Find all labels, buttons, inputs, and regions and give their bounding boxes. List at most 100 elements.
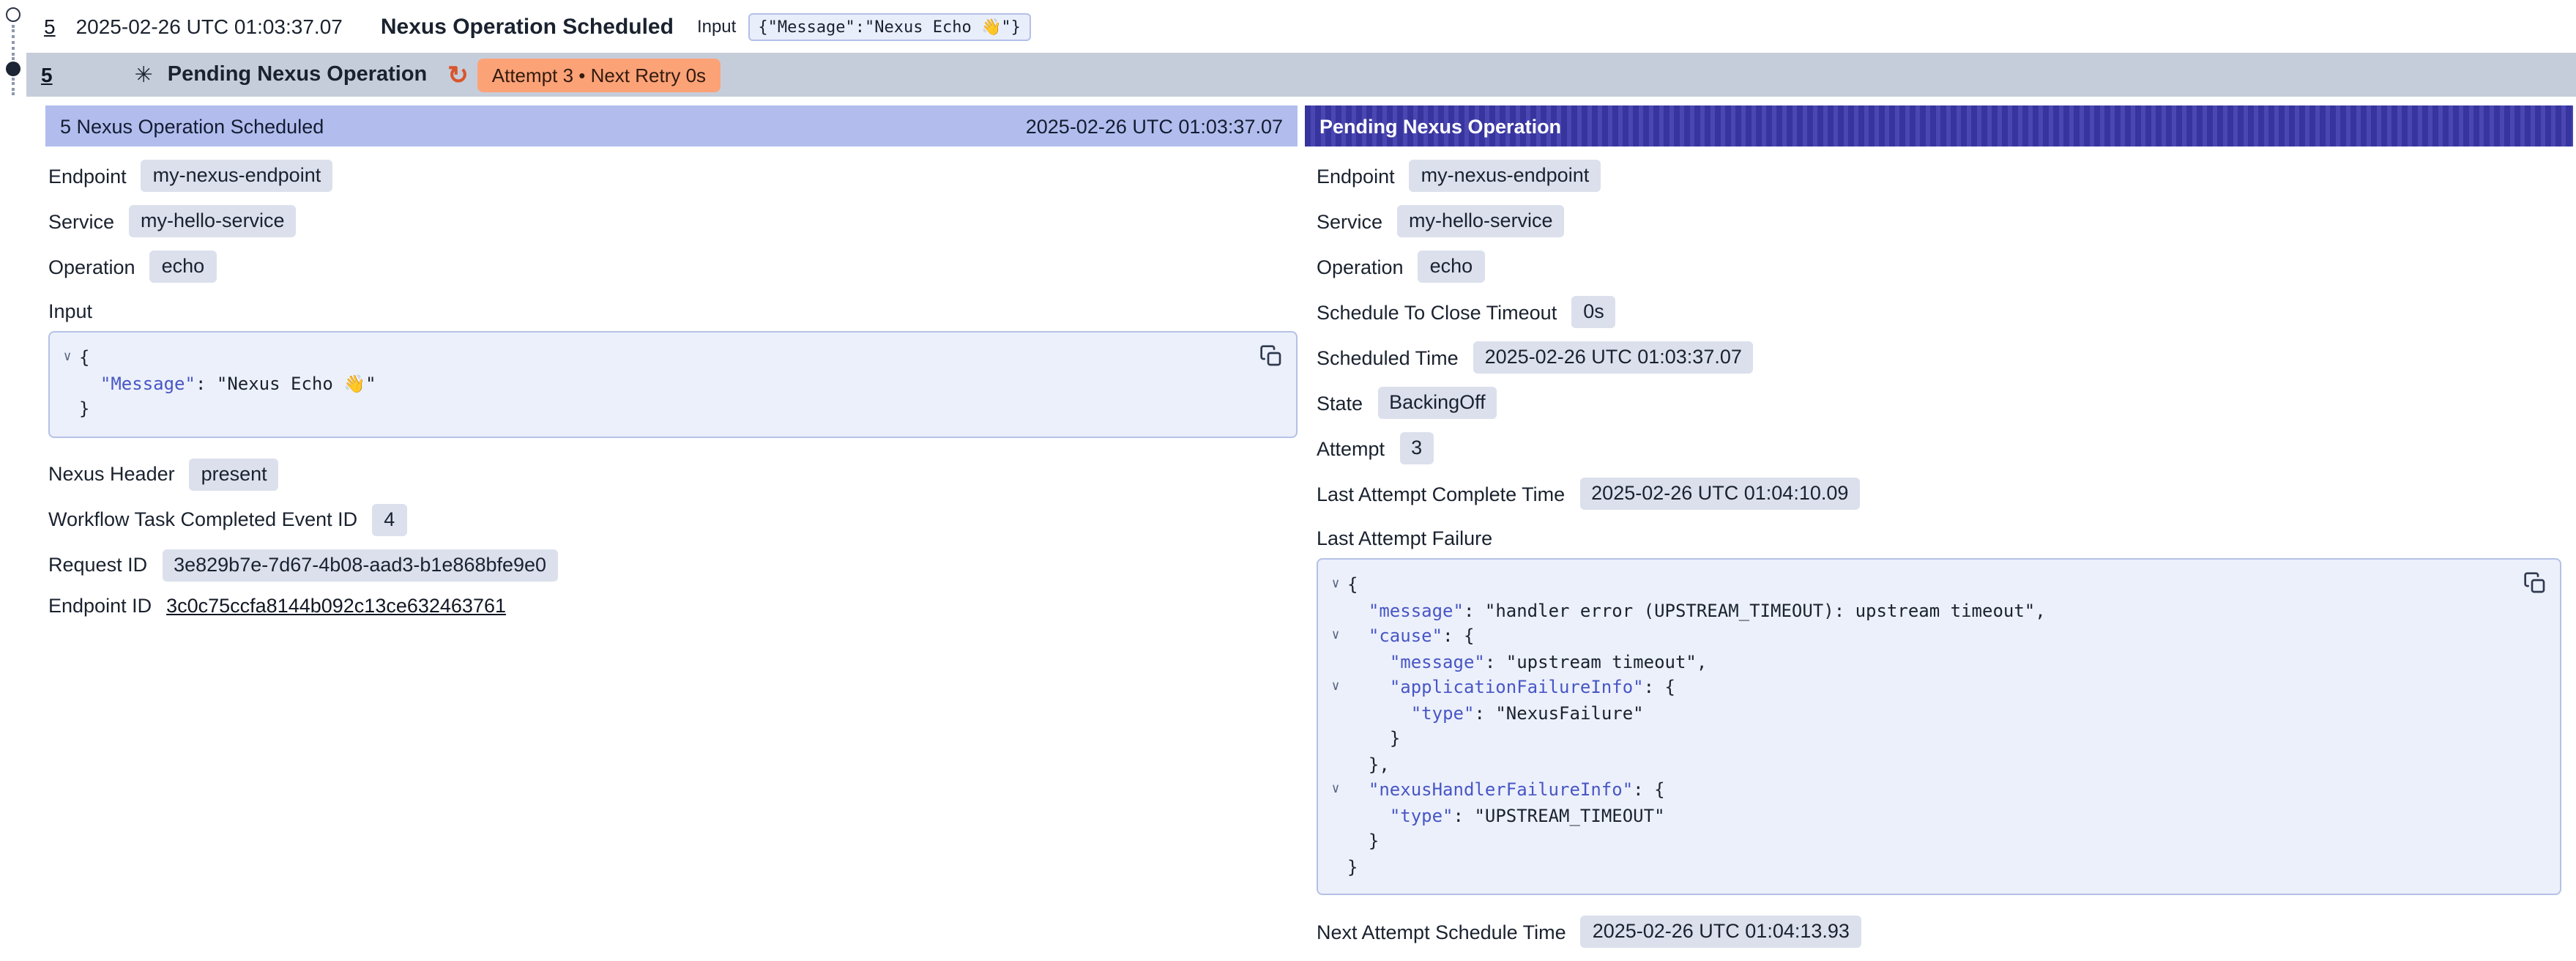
field-row-schedule-to-close-timeout: Schedule To Close Timeout 0s [1317,296,2561,328]
json-gutter [1324,804,1347,829]
field-row-endpoint: Endpoint my-nexus-endpoint [48,160,1298,192]
json-key: "Message" [100,371,196,397]
json-sep: : [1443,624,1464,650]
field-value-badge: my-nexus-endpoint [1410,160,1601,192]
field-row-operation: Operation echo [1317,251,2561,283]
field-value-badge: 3 [1399,432,1434,464]
json-key: "message" [1390,650,1485,675]
retry-icon: ↻ [447,62,469,87]
chevron-down-icon[interactable]: ∨ [56,346,79,371]
json-indent [1347,829,1369,855]
json-gutter [1324,727,1347,752]
pending-operation-panel-header[interactable]: Pending Nexus Operation [1305,105,2573,146]
timeline-dotted-line [12,25,15,60]
json-line: ∨ "applicationFailureInfo": { [1324,675,2516,701]
field-label: Attempt [1317,437,1385,459]
event-summary-row[interactable]: 5 2025-02-26 UTC 01:03:37.07 Nexus Opera… [0,0,2576,53]
input-payload-chip[interactable]: {"Message":"Nexus Echo 👋"} [748,12,1031,40]
json-sep: : [1644,675,1665,701]
field-label: Schedule To Close Timeout [1317,301,1557,323]
field-value-badge: my-nexus-endpoint [141,160,333,192]
field-label: Nexus Header [48,463,175,485]
field-value-badge: 4 [372,503,406,535]
field-value-badge: 0s [1571,296,1616,328]
field-label: Endpoint ID [48,594,152,616]
input-json-viewer: ∨{ "Message": "Nexus Echo 👋" } [48,331,1298,437]
json-key: "type" [1411,701,1475,727]
json-value: "upstream timeout", [1506,650,1708,675]
event-timestamp: 2025-02-26 UTC 01:03:37.07 [76,15,343,38]
field-label: Scheduled Time [1317,346,1459,368]
pending-event-id-link[interactable]: 5 [41,63,53,86]
json-line: ∨ "nexusHandlerFailureInfo": { [1324,778,2516,804]
field-value-badge: my-hello-service [129,205,297,237]
scheduled-event-panel: 5 Nexus Operation Scheduled 2025-02-26 U… [45,105,1298,629]
field-row-nexus-header: Nexus Header present [48,458,1298,490]
field-label: Service [48,210,114,232]
event-title: Nexus Operation Scheduled [381,14,674,39]
json-line: ∨ "cause": { [1324,624,2516,650]
json-gutter [1324,650,1347,675]
field-row-operation: Operation echo [48,251,1298,283]
copy-icon[interactable] [1259,344,1283,368]
event-id-link[interactable]: 5 [44,15,56,38]
json-line: "message": "upstream timeout", [1324,650,2516,675]
json-value: { [1654,778,1664,804]
json-line: } [56,397,1252,423]
timeline-rail [0,0,29,103]
field-label: Operation [48,256,135,278]
json-value: "handler error (UPSTREAM_TIMEOUT): upstr… [1485,598,2046,624]
chevron-down-icon[interactable]: ∨ [1324,675,1347,701]
json-line: "message": "handler error (UPSTREAM_TIME… [1324,598,2516,624]
field-row-wft-completed-event-id: Workflow Task Completed Event ID 4 [48,503,1298,535]
field-label: Service [1317,210,1382,232]
chevron-down-icon[interactable]: ∨ [1324,573,1347,598]
json-key: "applicationFailureInfo" [1390,675,1644,701]
field-label: Next Attempt Schedule Time [1317,921,1566,943]
pending-asterisk-icon: ✳ [135,62,153,88]
json-line: "Message": "Nexus Echo 👋" [56,371,1252,397]
panel-header-timestamp: 2025-02-26 UTC 01:03:37.07 [1026,115,1283,137]
chevron-down-icon[interactable]: ∨ [1324,624,1347,650]
copy-icon[interactable] [2523,571,2547,595]
json-indent [1347,778,1369,804]
field-value-badge: present [190,458,279,490]
panel-header-title: Pending Nexus Operation [1319,115,1561,137]
scheduled-event-panel-header[interactable]: 5 Nexus Operation Scheduled 2025-02-26 U… [45,105,1298,146]
json-value: "UPSTREAM_TIMEOUT" [1474,804,1664,829]
timeline-filled-dot-icon [6,62,21,76]
pending-operation-row[interactable]: 5 ✳ Pending Nexus Operation ↻ Attempt 3 … [26,53,2576,97]
event-history-view: 5 2025-02-26 UTC 01:03:37.07 Nexus Opera… [0,0,2576,957]
endpoint-id-link[interactable]: 3c0c75ccfa8144b092c13ce632463761 [166,594,506,616]
field-label: Endpoint [1317,165,1395,187]
field-row-state: State BackingOff [1317,387,2561,419]
json-line: } [1324,829,2516,855]
json-indent [1347,675,1390,701]
chevron-down-icon[interactable]: ∨ [1324,778,1347,804]
pending-operation-panel-body: Endpoint my-nexus-endpoint Service my-he… [1305,160,2573,948]
json-sep: : [1464,598,1485,624]
json-line: "type": "NexusFailure" [1324,701,2516,727]
field-row-next-attempt-schedule-time: Next Attempt Schedule Time 2025-02-26 UT… [1317,916,2561,948]
json-value: { [1464,624,1474,650]
field-value-badge: 2025-02-26 UTC 01:04:10.09 [1579,478,1860,510]
json-indent [1347,624,1369,650]
json-line: ∨{ [1324,573,2516,598]
field-row-service: Service my-hello-service [48,205,1298,237]
json-indent [79,371,100,397]
field-value-badge: my-hello-service [1397,205,1565,237]
json-line: }, [1324,752,2516,778]
field-value-badge: echo [1418,251,1485,283]
json-key: "message" [1369,598,1464,624]
field-row-service: Service my-hello-service [1317,205,2561,237]
timeline-open-circle-icon [6,7,21,22]
detail-panels: 5 Nexus Operation Scheduled 2025-02-26 U… [45,105,2573,961]
json-key: "nexusHandlerFailureInfo" [1369,778,1633,804]
field-value-badge: 3e829b7e-7d67-4b08-aad3-b1e868bfe9e0 [162,549,558,581]
retry-badge: Attempt 3 • Next Retry 0s [477,58,721,92]
field-value-badge: 2025-02-26 UTC 01:04:13.93 [1581,916,1861,948]
json-gutter [1324,598,1347,624]
json-indent [1347,701,1411,727]
json-gutter [1324,829,1347,855]
input-section-label: Input [48,300,1298,322]
